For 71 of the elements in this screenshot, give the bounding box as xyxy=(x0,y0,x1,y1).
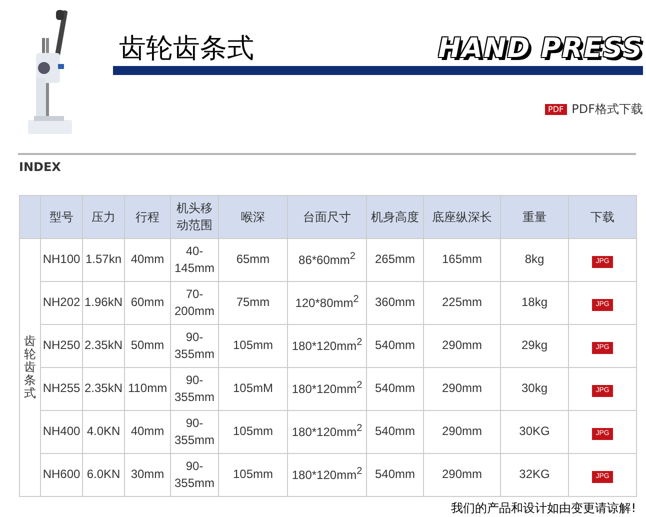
table-cell: 105mm xyxy=(218,324,288,368)
page-title: 齿轮齿条式 xyxy=(119,35,254,62)
table-cell: 540mm xyxy=(366,454,424,496)
table-cell: 290mm xyxy=(424,324,500,368)
table-cell: NH100 xyxy=(40,238,82,282)
table-cell: 40-145mm xyxy=(170,238,218,282)
table-cell: NH255 xyxy=(40,368,82,410)
table-cell: 1.96kN xyxy=(82,282,124,324)
table-cell: 29kg xyxy=(500,324,568,368)
table-cell: 18kg xyxy=(500,282,568,324)
column-header: 压力 xyxy=(82,196,124,238)
column-header: 喉深 xyxy=(218,196,288,238)
table-cell: 105mm xyxy=(218,410,288,454)
table-cell: 105mm xyxy=(218,454,288,496)
column-header: 台面尺寸 xyxy=(288,196,366,238)
column-header: 下载 xyxy=(568,196,636,238)
footer-note: 我们的产品和设计如由变更请谅解! xyxy=(450,500,636,517)
table-cell: 90-355mm xyxy=(170,454,218,496)
column-header: 底座纵深长 xyxy=(424,196,500,238)
table-cell: 40mm xyxy=(124,238,170,282)
table-cell: 30KG xyxy=(500,410,568,454)
table-cell: 180*120mm$^{2}$ xyxy=(288,454,366,496)
table-cell: 165mm xyxy=(424,238,500,282)
column-header: 机头移动范围 xyxy=(170,196,218,238)
table-cell: 30mm xyxy=(124,454,170,496)
table-cell: 40mm xyxy=(124,410,170,454)
section-label: INDEX xyxy=(19,160,62,174)
table-cell: 290mm xyxy=(424,368,500,410)
table-cell: 180*120mm$^{2}$ xyxy=(288,324,366,368)
table-cell: 2.35kN xyxy=(82,368,124,410)
table-cell: 120*80mm$^{2}$ xyxy=(288,282,366,324)
table-cell: 50mm xyxy=(124,324,170,368)
table-cell: 540mm xyxy=(366,410,424,454)
table-cell: 60mm xyxy=(124,282,170,324)
group-label: 齿轮齿条式 xyxy=(24,334,36,400)
table-cell: 180*120mm$^{2}$ xyxy=(288,410,366,454)
table-cell: 180*120mm$^{2}$ xyxy=(288,368,366,410)
table-cell: 32KG xyxy=(500,454,568,496)
table-cell: 6.0KN xyxy=(82,454,124,496)
table-cell: 90-355mm xyxy=(170,368,218,410)
table-cell: NH202 xyxy=(40,282,82,324)
table-cell: 360mm xyxy=(366,282,424,324)
table-cell: 75mm xyxy=(218,282,288,324)
table-cell: 8kg xyxy=(500,238,568,282)
table-cell: 90-355mm xyxy=(170,410,218,454)
table-cell: 540mm xyxy=(366,324,424,368)
table-cell: 65mm xyxy=(218,238,288,282)
logo: HAND PRESS xyxy=(438,35,643,62)
table-cell: 540mm xyxy=(366,368,424,410)
column-header: 型号 xyxy=(40,196,82,238)
table-cell: NH600 xyxy=(40,454,82,496)
table-cell: NH400 xyxy=(40,410,82,454)
table-cell: NH250 xyxy=(40,324,82,368)
table-cell: 105mM xyxy=(218,368,288,410)
table-cell: 70-200mm xyxy=(170,282,218,324)
table-cell: 290mm xyxy=(424,454,500,496)
table-cell: 2.35kN xyxy=(82,324,124,368)
column-header: 机身高度 xyxy=(366,196,424,238)
table-cell: 265mm xyxy=(366,238,424,282)
table-cell: 1.57kn xyxy=(82,238,124,282)
column-header: 重量 xyxy=(500,196,568,238)
table-cell: 90-355mm xyxy=(170,324,218,368)
table-cell: 110mm xyxy=(124,368,170,410)
table-cell: 4.0KN xyxy=(82,410,124,454)
pdf-badge[interactable]: PDF xyxy=(545,104,567,115)
table-cell: 290mm xyxy=(424,410,500,454)
table-cell: 86*60mm$^{2}$ xyxy=(288,238,366,282)
table-cell: 30kg xyxy=(500,368,568,410)
table-cell: 225mm xyxy=(424,282,500,324)
pdf-download-link[interactable]: PDF格式下载 xyxy=(572,101,643,118)
column-header: 行程 xyxy=(124,196,170,238)
